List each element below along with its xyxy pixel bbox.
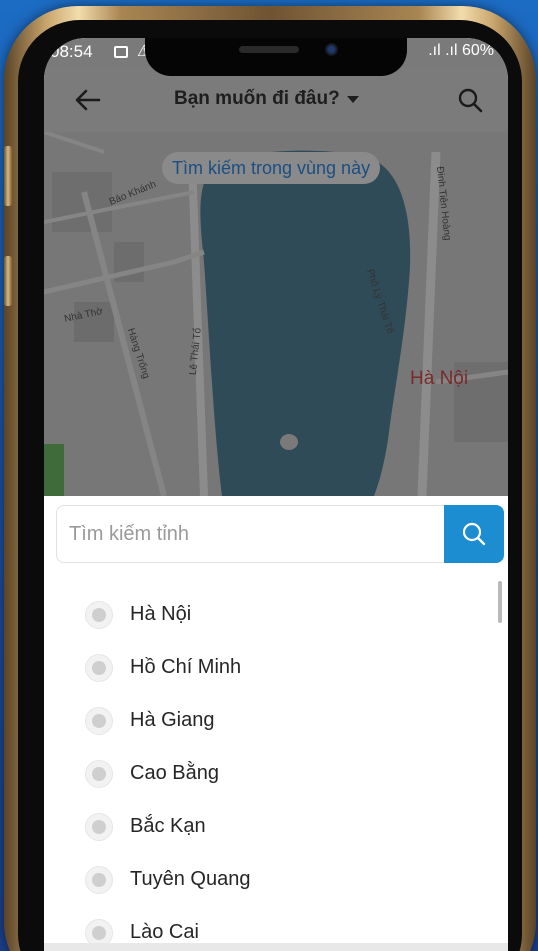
search-icon xyxy=(462,522,486,546)
search-this-area-button[interactable]: Tìm kiếm trong vùng này xyxy=(162,152,381,184)
province-item[interactable]: Bắc Kạn xyxy=(44,803,508,856)
search-icon[interactable] xyxy=(456,86,484,114)
signal-battery-status: .ıl .ıl 60% xyxy=(428,42,494,59)
status-time: 08:54 xyxy=(50,42,93,61)
phone-screen: 08:54 ⚠ .ıl .ıl 60% Bạn muốn đi đâu? xyxy=(44,38,508,951)
province-search-box xyxy=(56,505,504,563)
radio-button[interactable] xyxy=(85,707,113,735)
back-arrow-icon[interactable] xyxy=(72,84,104,116)
province-label: Lào Cai xyxy=(130,921,199,943)
province-label: Hà Nội xyxy=(130,603,192,625)
bottom-nav-strip xyxy=(44,943,508,951)
power-button xyxy=(4,256,12,306)
speaker-grille xyxy=(239,46,299,53)
province-label: Hồ Chí Minh xyxy=(130,656,242,678)
page-title: Bạn muốn đi đâu? xyxy=(174,88,340,109)
destination-dropdown[interactable]: Bạn muốn đi đâu? xyxy=(174,88,360,110)
province-search-input[interactable] xyxy=(57,506,445,562)
radio-button[interactable] xyxy=(85,760,113,788)
province-item[interactable]: Hà Nội xyxy=(44,591,508,644)
radio-button[interactable] xyxy=(85,813,113,841)
map-city-label: Hà Nội xyxy=(410,368,469,389)
province-item[interactable]: Cao Bằng xyxy=(44,750,508,803)
front-camera xyxy=(325,43,338,56)
map-view[interactable]: Bảo Khánh Nhà Thờ Hàng Trống Lê Thái Tổ … xyxy=(44,132,508,496)
camera-notch xyxy=(145,38,407,76)
province-item[interactable]: Hà Giang xyxy=(44,697,508,750)
caret-down-icon xyxy=(346,96,359,103)
app-bar: Bạn muốn đi đâu? xyxy=(44,68,508,132)
province-item[interactable]: Hồ Chí Minh xyxy=(44,644,508,697)
province-item[interactable]: Tuyên Quang xyxy=(44,856,508,909)
province-list: Hà Nội Hồ Chí Minh Hà Giang Cao Bằng Bắc… xyxy=(44,591,508,951)
province-label: Bắc Kạn xyxy=(130,815,206,837)
radio-button[interactable] xyxy=(85,601,113,629)
province-label: Cao Bằng xyxy=(130,762,219,784)
gallery-notification-icon xyxy=(114,46,128,58)
volume-button xyxy=(4,146,12,206)
province-label: Hà Giang xyxy=(130,709,215,731)
radio-button[interactable] xyxy=(85,866,113,894)
province-sheet: Hà Nội Hồ Chí Minh Hà Giang Cao Bằng Bắc… xyxy=(44,496,508,951)
province-label: Tuyên Quang xyxy=(130,868,251,890)
radio-button[interactable] xyxy=(85,654,113,682)
province-search-button[interactable] xyxy=(444,505,504,563)
